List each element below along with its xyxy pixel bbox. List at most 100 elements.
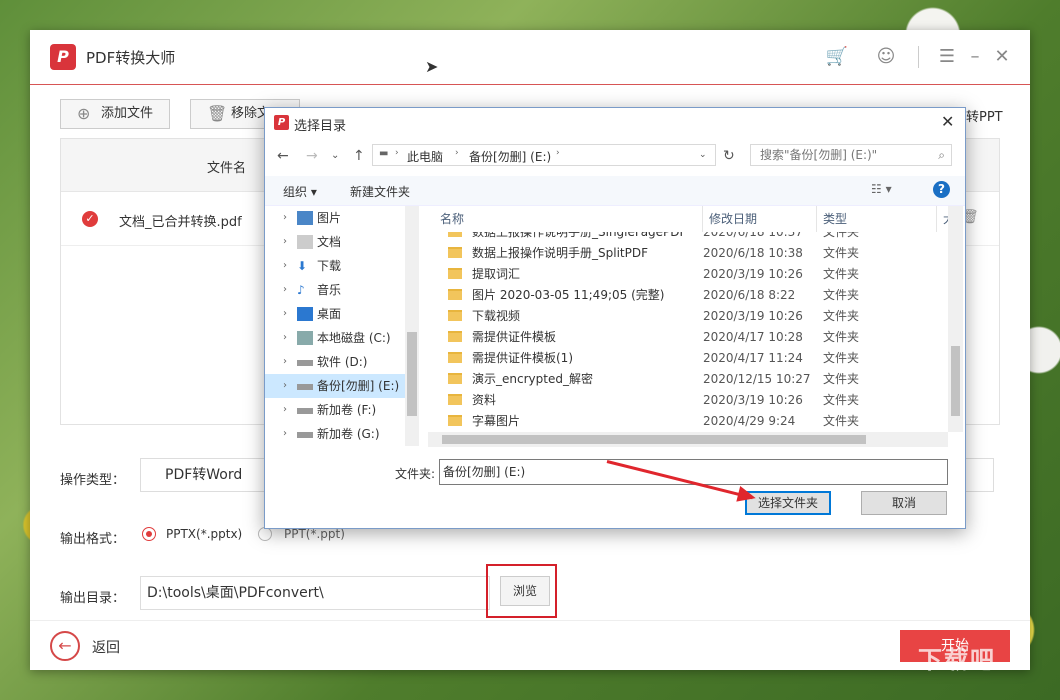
list-item[interactable]: 需提供证件模板(1) 2020/4/17 11:24 文件夹 bbox=[438, 348, 948, 369]
drive-icon: ▬ bbox=[379, 148, 389, 159]
footer-divider bbox=[30, 620, 1030, 621]
folder-icon bbox=[448, 415, 462, 426]
op-type-label: 操作类型： bbox=[60, 473, 126, 488]
list-vscroll-thumb[interactable] bbox=[951, 346, 960, 416]
list-item[interactable]: 资料 2020/3/19 10:26 文件夹 bbox=[438, 390, 948, 411]
dialog-title-bar: P 选择目录 ✕ bbox=[265, 108, 965, 138]
app-title: PDF转换大师 bbox=[86, 49, 176, 67]
cart-icon[interactable]: 🛒 bbox=[824, 44, 850, 70]
file-list-body: 数据上报操作说明手册_SingleFagePDF 2020/6/18 10:37 文… bbox=[428, 232, 948, 432]
list-item[interactable]: 数据上报操作说明手册_SingleFagePDF 2020/6/18 10:37 文… bbox=[438, 232, 948, 243]
folder-icon bbox=[448, 289, 462, 300]
output-dir-input[interactable]: D:\tools\桌面\PDFconvert\ bbox=[140, 576, 490, 610]
menu-icon[interactable]: ☰ bbox=[934, 44, 960, 70]
forward-nav-icon[interactable]: → bbox=[306, 148, 318, 164]
back-nav-icon[interactable]: ← bbox=[277, 148, 289, 164]
radio-pptx[interactable] bbox=[142, 527, 156, 541]
to-ppt-tab[interactable]: 转PPT bbox=[966, 106, 1003, 125]
search-icon: ⌕ bbox=[938, 148, 945, 162]
column-date[interactable]: 修改日期 bbox=[702, 206, 757, 232]
organize-button[interactable]: 组织 ▾ bbox=[283, 183, 317, 200]
tree-scroll-thumb[interactable] bbox=[407, 332, 417, 416]
list-item[interactable]: 演示_encrypted_解密 2020/12/15 10:27 文件夹 bbox=[438, 369, 948, 390]
cancel-button[interactable]: 取消 bbox=[861, 491, 947, 515]
folder-icon bbox=[448, 352, 462, 363]
help-icon[interactable]: ? bbox=[933, 181, 950, 198]
search-placeholder: 搜索"备份[勿删] (E:)" bbox=[760, 148, 878, 162]
add-file-label: 添加文件 bbox=[101, 106, 154, 121]
up-nav-icon[interactable]: ↑ bbox=[353, 148, 365, 164]
list-item[interactable]: 图片 2020-03-05 11;49;05 (完整) 2020/6/18 8:2… bbox=[438, 285, 948, 306]
list-hscroll-thumb[interactable] bbox=[442, 435, 866, 444]
radio-pptx-label: PPTX(*.pptx) bbox=[166, 527, 243, 541]
tree-item-drive-d[interactable]: › 软件 (D:) bbox=[265, 350, 405, 374]
chevron-right-icon: › bbox=[455, 148, 459, 158]
breadcrumb-drive[interactable]: 备份[勿删] (E:) bbox=[469, 148, 551, 165]
list-item[interactable]: 下载视频 2020/3/19 10:26 文件夹 bbox=[438, 306, 948, 327]
chevron-right-icon: › bbox=[556, 148, 560, 158]
folder-icon bbox=[448, 232, 462, 237]
select-folder-button[interactable]: 选择文件夹 bbox=[745, 491, 831, 515]
column-name[interactable]: 名称 bbox=[440, 206, 464, 232]
desktop-icon bbox=[297, 307, 313, 321]
list-item[interactable]: 字幕图片 2020/4/29 9:24 文件夹 bbox=[438, 411, 948, 432]
list-item[interactable]: 需提供证件模板 2020/4/17 10:28 文件夹 bbox=[438, 327, 948, 348]
list-item[interactable]: 提取词汇 2020/3/19 10:26 文件夹 bbox=[438, 264, 948, 285]
tree-item-drive-c[interactable]: › 本地磁盘 (C:) bbox=[265, 326, 405, 350]
app-logo: P bbox=[50, 44, 76, 70]
search-input[interactable]: 搜索"备份[勿删] (E:)" ⌕ bbox=[750, 144, 952, 166]
close-icon[interactable]: ✕ bbox=[989, 44, 1015, 70]
title-bar: P PDF转换大师 🛒 ☺ ☰ – ✕ bbox=[30, 30, 1030, 85]
select-folder-dialog: P 选择目录 ✕ ← → ⌄ ↑ ▬ › 此电脑 › 备份[勿删] (E:) ›… bbox=[264, 107, 966, 529]
dialog-logo: P bbox=[274, 115, 289, 130]
tree-item-drive-g[interactable]: › 新加卷 (G:) bbox=[265, 422, 405, 446]
tree-item-downloads[interactable]: › ⬇ 下载 bbox=[265, 254, 405, 278]
chevron-down-icon[interactable]: ⌄ bbox=[699, 150, 707, 160]
music-icon: ♪ bbox=[297, 283, 305, 297]
folder-icon bbox=[448, 373, 462, 384]
minimize-icon[interactable]: – bbox=[962, 44, 988, 70]
column-type[interactable]: 类型 bbox=[816, 206, 847, 232]
folder-icon bbox=[448, 331, 462, 342]
radio-ppt[interactable] bbox=[258, 527, 272, 541]
tree-item-documents[interactable]: › 文档 bbox=[265, 230, 405, 254]
folder-icon bbox=[448, 310, 462, 321]
new-folder-button[interactable]: 新建文件夹 bbox=[350, 183, 410, 200]
breadcrumb-pc[interactable]: 此电脑 bbox=[407, 148, 443, 165]
column-filename: 文件名 bbox=[207, 161, 247, 176]
tree-item-drive-f[interactable]: › 新加卷 (F:) bbox=[265, 398, 405, 422]
watermark: 下载吧 bbox=[918, 646, 996, 674]
file-list: 名称 修改日期 类型 大 数据上报操作说明手册_SingleFagePDF202… bbox=[428, 206, 963, 450]
dialog-close-icon[interactable]: ✕ bbox=[941, 112, 954, 131]
back-label[interactable]: 返回 bbox=[92, 637, 120, 657]
drive-icon bbox=[297, 432, 313, 438]
plus-icon: ⊕ bbox=[77, 104, 91, 123]
address-bar[interactable]: ▬ › 此电脑 › 备份[勿删] (E:) › ⌄ bbox=[372, 144, 716, 166]
tree-item-drive-e[interactable]: › 备份[勿删] (E:) bbox=[265, 374, 405, 398]
tree-item-pictures[interactable]: › 图片 bbox=[265, 206, 405, 230]
back-icon[interactable]: ← bbox=[50, 631, 80, 661]
radio-ppt-label: PPT(*.ppt) bbox=[284, 527, 345, 541]
folder-icon bbox=[448, 394, 462, 405]
drive-icon bbox=[297, 408, 313, 414]
documents-icon bbox=[297, 235, 313, 249]
folder-tree: › 图片 › 文档 › ⬇ 下载 › ♪ 音乐 › 桌面 › 本地磁盘 (C:) › 软件 (D:… bbox=[265, 206, 420, 450]
refresh-icon[interactable]: ↻ bbox=[723, 148, 735, 164]
checked-icon[interactable]: ✓ bbox=[82, 211, 98, 227]
dialog-title: 选择目录 bbox=[294, 119, 347, 134]
trash-icon: 🗑 bbox=[207, 104, 228, 123]
titlebar-divider bbox=[918, 46, 919, 68]
tree-item-music[interactable]: › ♪ 音乐 bbox=[265, 278, 405, 302]
dialog-toolbar: 组织 ▾ 新建文件夹 ☷ ▾ ? bbox=[265, 176, 965, 206]
add-file-button[interactable]: ⊕ 添加文件 bbox=[60, 99, 170, 129]
user-icon[interactable]: ☺ bbox=[873, 44, 899, 70]
view-options-icon[interactable]: ☷ ▾ bbox=[871, 182, 892, 196]
recent-locations-icon[interactable]: ⌄ bbox=[331, 150, 339, 161]
list-item[interactable]: 数据上报操作说明手册_SplitPDF 2020/6/18 10:38 文件夹 bbox=[438, 243, 948, 264]
tree-item-desktop[interactable]: › 桌面 bbox=[265, 302, 405, 326]
file-name: 文档_已合并转换.pdf bbox=[119, 215, 242, 230]
browse-highlight: 浏览 bbox=[486, 564, 557, 618]
browse-button[interactable]: 浏览 bbox=[500, 576, 550, 606]
drive-icon bbox=[297, 331, 313, 345]
output-dir-label: 输出目录： bbox=[60, 591, 126, 606]
